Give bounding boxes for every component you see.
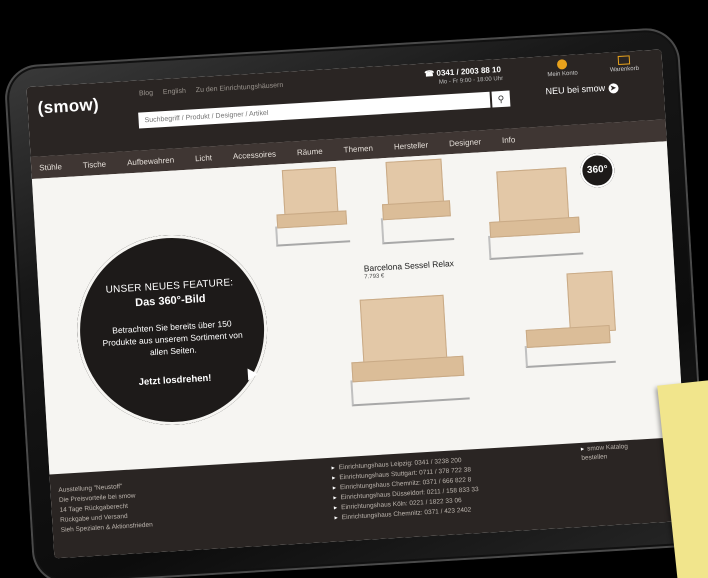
smow-logo[interactable]: (smow) xyxy=(37,95,99,119)
chair-image-1 xyxy=(264,166,359,251)
top-links: Blog English Zu den Einrichtungshäusern xyxy=(139,81,292,98)
chair-image-4 xyxy=(340,293,478,411)
nav-item-info[interactable]: Info xyxy=(502,135,516,145)
nav-item-aufbewahren[interactable]: Aufbewahren xyxy=(127,155,175,167)
account-button[interactable]: Mein Konto xyxy=(540,58,585,79)
feature-banner: UNSER NEUES FEATURE: Das 360°-Bild Betra… xyxy=(31,141,685,475)
tablet-device: (smow) Blog English Zu den Einrichtungsh… xyxy=(3,26,708,578)
nav-item-licht[interactable]: Licht xyxy=(195,153,212,163)
new-at-smow-link[interactable]: NEU bei smow ➤ xyxy=(545,82,619,97)
chair-image-2 xyxy=(372,158,461,249)
arrow-right-icon: ➤ xyxy=(607,83,619,94)
cart-button[interactable]: Warenkorb xyxy=(602,54,647,74)
account-label: Mein Konto xyxy=(547,70,578,79)
nav-item-accessoires[interactable]: Accessoires xyxy=(233,149,277,161)
play-icon xyxy=(247,367,259,381)
feature-text: Betrachten Sie bereits über 150 Produkte… xyxy=(102,318,243,358)
stores-link[interactable]: Zu den Einrichtungshäusern xyxy=(196,82,284,94)
chair-image-5 xyxy=(513,270,628,372)
product-price: 7.793 € xyxy=(364,273,385,281)
nav-item-hersteller[interactable]: Hersteller xyxy=(394,140,429,151)
blog-link[interactable]: Blog xyxy=(139,90,153,98)
cart-icon xyxy=(617,55,631,66)
chair-image-3 xyxy=(476,166,591,264)
nav-item-stuehle[interactable]: Stühle xyxy=(39,162,62,172)
nav-item-raeume[interactable]: Räume xyxy=(297,146,323,157)
search-icon: ⚲ xyxy=(497,93,505,105)
catalog-link[interactable]: smow Katalog bestellen xyxy=(581,441,642,463)
opening-hours: Mo - Fr 9:00 - 18:00 Uhr xyxy=(438,75,504,86)
english-link[interactable]: English xyxy=(163,88,186,96)
nav-item-tische[interactable]: Tische xyxy=(83,159,107,169)
product-name[interactable]: Barcelona Sessel Relax xyxy=(363,258,454,273)
cart-label: Warenkorb xyxy=(609,65,640,74)
search-button[interactable]: ⚲ xyxy=(491,90,511,108)
feature-cta[interactable]: Jetzt losdrehen! xyxy=(80,369,270,391)
nav-item-designer[interactable]: Designer xyxy=(449,137,481,148)
nav-item-themen[interactable]: Themen xyxy=(343,143,373,154)
photo-stage: (smow) Blog English Zu den Einrichtungsh… xyxy=(0,0,708,578)
search-input[interactable] xyxy=(138,91,491,129)
footer-stores: Einrichtungshaus Leipzig: 0341 / 3238 20… xyxy=(331,455,480,524)
user-icon xyxy=(556,59,568,70)
footer-info-links: Ausstellung "Neustoff" Die Preisvorteile… xyxy=(58,481,153,536)
feature-badge[interactable]: UNSER NEUES FEATURE: Das 360°-Bild Betra… xyxy=(71,229,273,431)
tablet-screen: (smow) Blog English Zu den Einrichtungsh… xyxy=(26,49,690,559)
